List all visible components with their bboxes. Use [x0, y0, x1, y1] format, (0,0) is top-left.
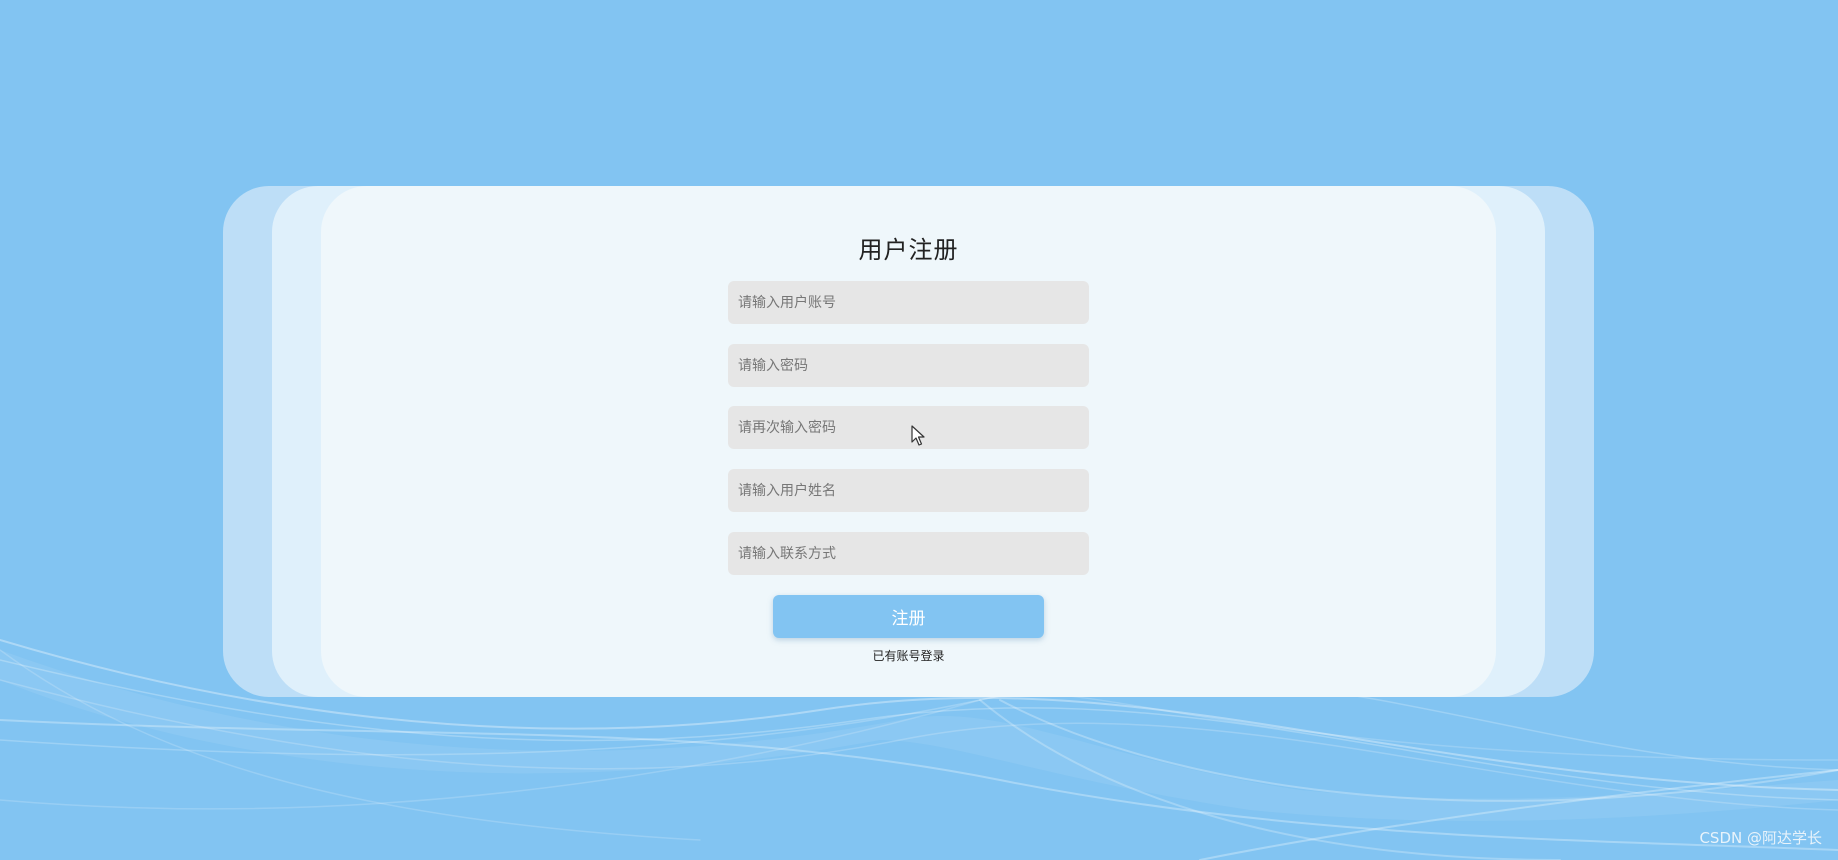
login-link[interactable]: 已有账号登录	[321, 647, 1496, 664]
mouse-pointer-icon	[911, 425, 925, 446]
confirm-password-input[interactable]	[728, 406, 1089, 449]
register-button[interactable]: 注册	[773, 595, 1044, 638]
contact-input[interactable]	[728, 532, 1089, 575]
watermark: CSDN @阿达学长	[1699, 829, 1822, 847]
password-input[interactable]	[728, 344, 1089, 387]
full-name-input[interactable]	[728, 469, 1089, 512]
page-title: 用户注册	[858, 236, 959, 264]
register-card: 用户注册 注册 已有账号登录	[321, 186, 1496, 697]
username-input[interactable]	[728, 281, 1089, 324]
